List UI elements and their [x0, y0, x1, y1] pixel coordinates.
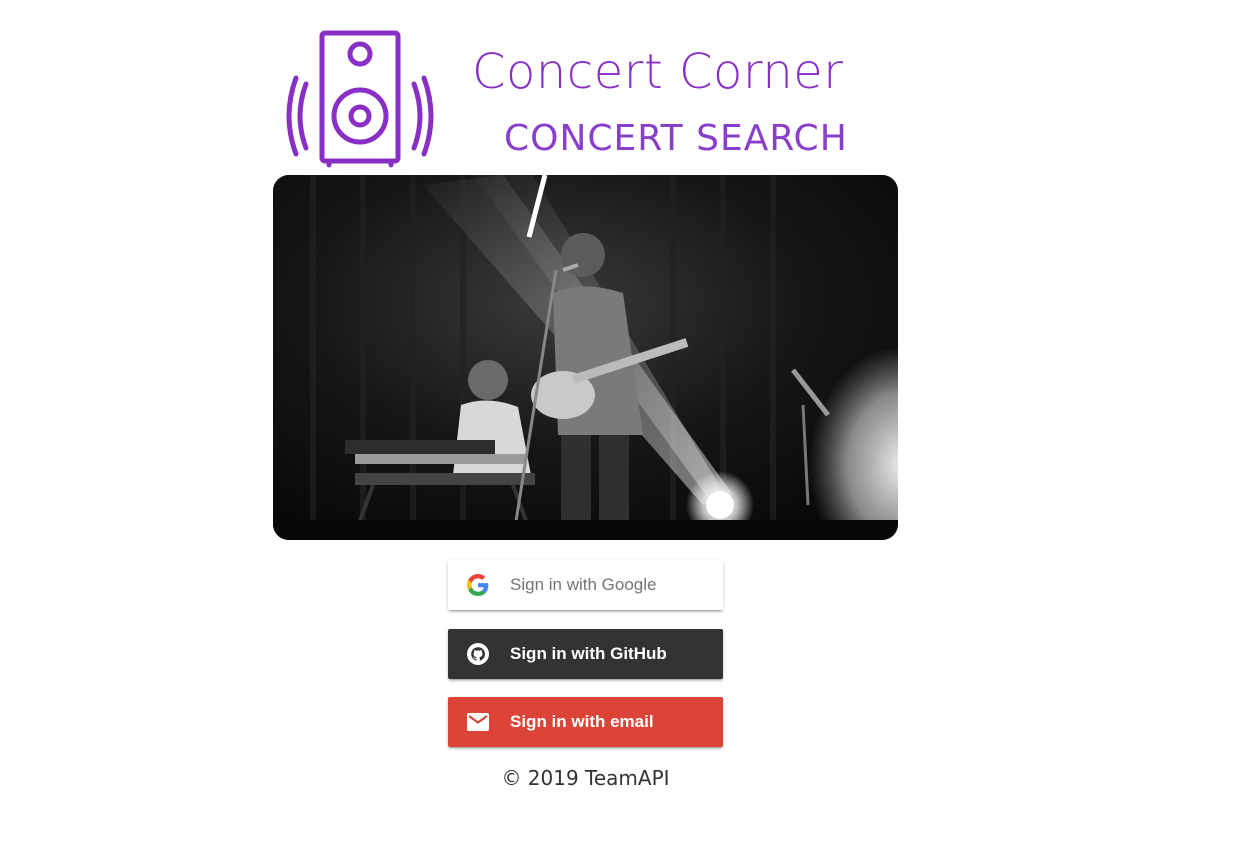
- hero-concert-image: [273, 175, 898, 540]
- copyright-footer: © 2019 TeamAPI: [501, 766, 670, 790]
- github-icon: [466, 642, 490, 666]
- brand-header: Concert Corner CONCERT SEARCH: [284, 26, 894, 168]
- brand-subtitle: CONCERT SEARCH: [504, 118, 848, 159]
- speaker-icon: [286, 30, 434, 168]
- sign-in-google-label: Sign in with Google: [510, 575, 657, 594]
- mail-icon: [466, 710, 490, 734]
- sign-in-email-button[interactable]: Sign in with email: [448, 697, 723, 747]
- sign-in-github-label: Sign in with GitHub: [510, 644, 667, 663]
- brand-title: Concert Corner: [472, 44, 844, 100]
- sign-in-email-label: Sign in with email: [510, 712, 654, 731]
- sign-in-google-button[interactable]: Sign in with Google: [448, 560, 723, 610]
- login-page: Concert Corner CONCERT SEARCH Sign in wi…: [0, 0, 1240, 863]
- concert-photo: [273, 175, 898, 540]
- google-icon: [466, 573, 490, 597]
- sign-in-github-button[interactable]: Sign in with GitHub: [448, 629, 723, 679]
